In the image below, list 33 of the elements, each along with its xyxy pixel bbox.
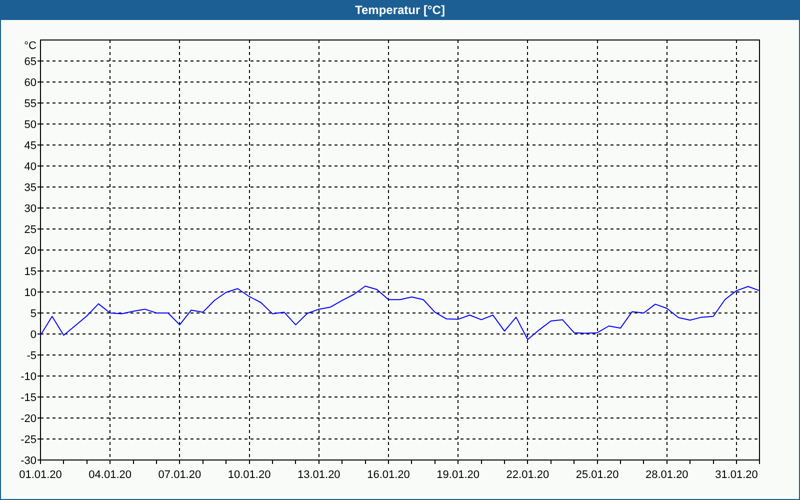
y-tick-label: -10: [20, 371, 36, 383]
y-tick-label: -25: [20, 434, 36, 446]
y-tick-label: 65: [24, 56, 36, 68]
x-tick-label: 28.01.20: [645, 469, 688, 481]
y-tick-label: 15: [24, 266, 36, 278]
x-tick-label: 01.01.20: [19, 469, 62, 481]
x-tick-label: 25.01.20: [576, 469, 619, 481]
x-tick-label: 31.01.20: [715, 469, 758, 481]
y-tick-label: 40: [24, 161, 36, 173]
y-tick-label: -5: [26, 350, 36, 362]
x-tick-label: 16.01.20: [367, 469, 410, 481]
y-tick-label: 30: [24, 203, 36, 215]
y-tick-label: 35: [24, 182, 36, 194]
y-tick-label: 50: [24, 119, 36, 131]
y-tick-label: 45: [24, 140, 36, 152]
y-tick-label: 0: [30, 329, 36, 341]
y-tick-label: -30: [20, 455, 36, 467]
x-tick-label: 13.01.20: [297, 469, 340, 481]
y-tick-label: 60: [24, 77, 36, 89]
y-tick-label: 55: [24, 98, 36, 110]
y-tick-label: -20: [20, 413, 36, 425]
x-tick-label: 19.01.20: [436, 469, 480, 481]
y-tick-label: -15: [20, 392, 36, 404]
x-tick-label: 04.01.20: [88, 469, 132, 481]
y-tick-label: 10: [24, 287, 36, 299]
chart-title: Temperatur [°C]: [355, 4, 445, 16]
y-tick-label: 5: [30, 308, 36, 320]
x-tick-label: 10.01.20: [228, 469, 271, 481]
x-tick-label: 22.01.20: [506, 469, 550, 481]
x-tick-label: 07.01.20: [158, 469, 202, 481]
y-tick-label: 25: [24, 224, 36, 236]
y-axis-unit: °C: [24, 40, 36, 52]
y-tick-label: 20: [24, 245, 36, 257]
